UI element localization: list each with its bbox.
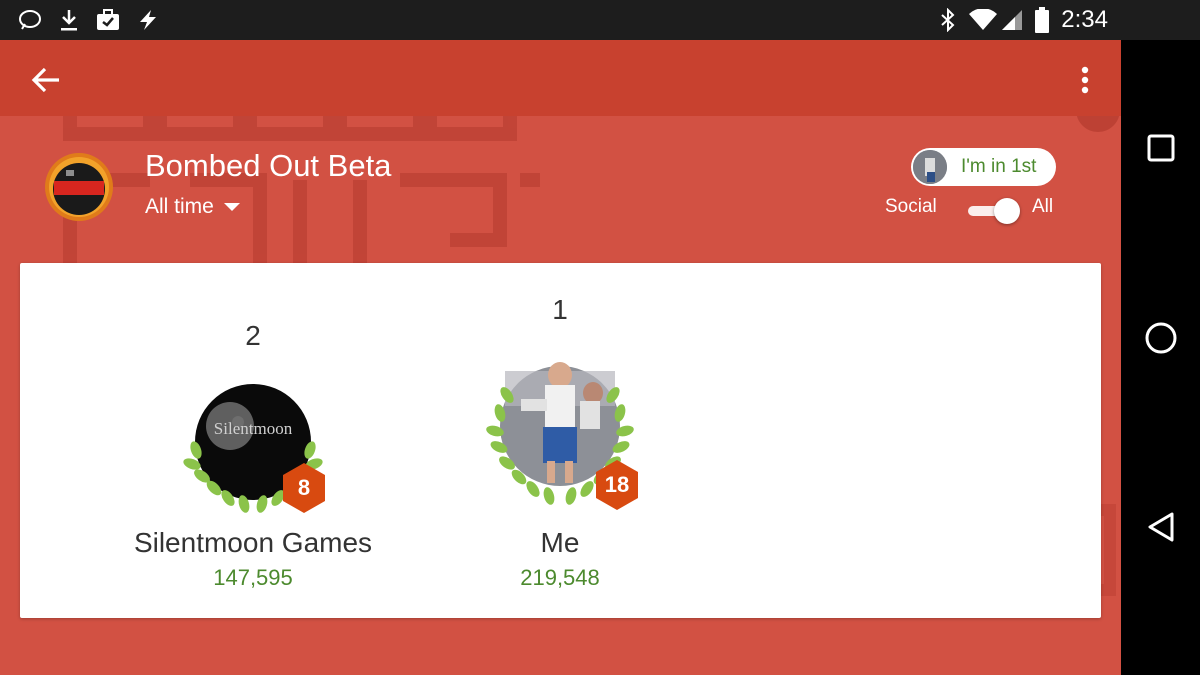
leaderboard-card: 2 Silentmoon 8 Silentmoon Games 147,595 … <box>20 263 1101 618</box>
game-icon <box>45 153 113 221</box>
scope-toggle-switch[interactable] <box>964 198 1020 224</box>
player-score: 219,548 <box>520 565 600 590</box>
overflow-menu-button[interactable] <box>1068 62 1102 98</box>
back-button[interactable] <box>28 62 64 98</box>
rank-number: 2 <box>245 320 261 351</box>
arrow-back-icon <box>31 67 59 93</box>
download-icon <box>57 8 81 32</box>
signal-icon <box>1000 8 1024 32</box>
social-scope-label: Social <box>885 196 937 217</box>
chat-bubble-icon <box>18 8 42 32</box>
back-triangle-icon <box>1148 512 1174 542</box>
dropdown-caret-icon <box>223 203 240 211</box>
time-filter-label: All time <box>145 195 214 218</box>
avatar-text: Silentmoon <box>214 419 293 438</box>
game-title: Bombed Out Beta <box>145 148 392 183</box>
briefcase-check-icon <box>96 8 120 32</box>
battery-icon <box>1032 7 1052 33</box>
home-circle-icon <box>1145 322 1177 354</box>
more-vertical-icon <box>1081 66 1089 94</box>
all-scope-label: All <box>1032 196 1054 217</box>
bluetooth-icon <box>936 8 960 32</box>
wifi-icon <box>968 8 998 32</box>
my-rank-chip[interactable]: I'm in 1st <box>911 148 1056 186</box>
my-rank-label: I'm in 1st <box>961 156 1037 177</box>
clock-time: 2:34 <box>1061 6 1108 33</box>
player-name: Silentmoon Games <box>133 527 373 558</box>
rank-number: 1 <box>552 294 568 325</box>
recents-square-icon <box>1147 134 1175 162</box>
flash-icon <box>136 8 160 32</box>
level-badge: 8 <box>281 462 327 514</box>
home-button[interactable] <box>1139 316 1183 360</box>
system-nav-bar <box>1121 40 1200 675</box>
back-nav-button[interactable] <box>1139 505 1183 549</box>
level-number: 8 <box>297 475 311 500</box>
time-filter-dropdown[interactable]: All time <box>145 195 240 219</box>
status-bar: 2:34 <box>0 0 1200 40</box>
level-badge: 18 <box>594 459 640 511</box>
recents-button[interactable] <box>1139 126 1183 170</box>
player-name: Me <box>540 527 580 558</box>
toggle-thumb <box>994 198 1020 224</box>
app-toolbar <box>0 40 1121 116</box>
player-score: 147,595 <box>213 565 293 590</box>
leaderboard-entry[interactable]: 1 18 Me 219,548 <box>440 263 740 618</box>
level-number: 18 <box>604 472 630 497</box>
my-avatar-small <box>913 150 947 184</box>
leaderboard-screen: Bombed Out Beta All time I'm in 1st Soci… <box>0 40 1121 675</box>
